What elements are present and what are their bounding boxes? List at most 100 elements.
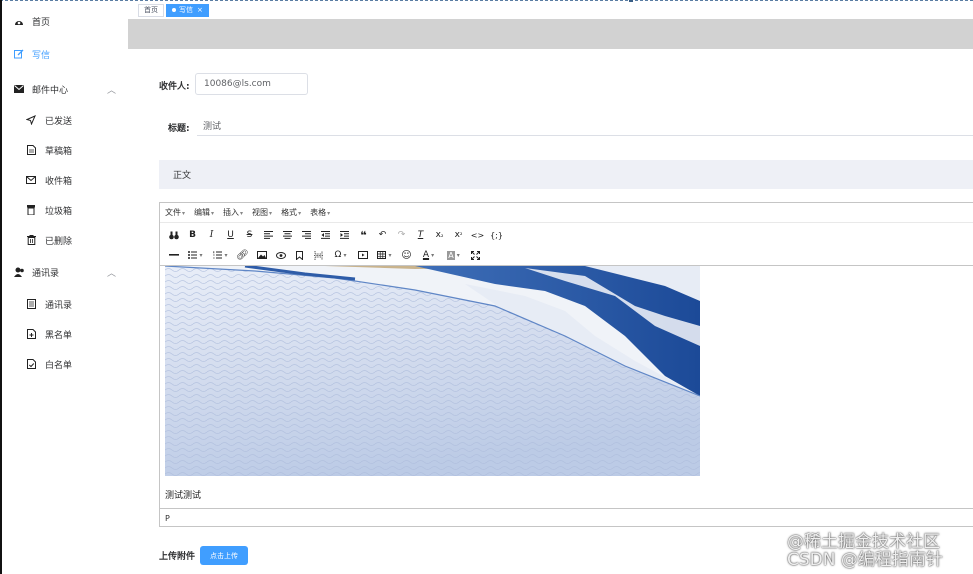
align-left-icon[interactable]: [259, 227, 278, 243]
find-replace-icon[interactable]: [164, 227, 183, 243]
caret-down-icon: ▾: [240, 210, 244, 217]
sidebar-item-drafts[interactable]: 草稿箱: [2, 136, 128, 164]
italic-icon[interactable]: I: [202, 227, 221, 243]
editor-content-area[interactable]: 测试测试: [160, 266, 973, 508]
subscript-icon[interactable]: x₂: [430, 227, 449, 243]
editor-text: 测试测试: [165, 491, 202, 501]
tab-label: 首页: [144, 6, 158, 14]
sidebar-item-label: 通讯录: [45, 300, 73, 311]
clear-format-icon[interactable]: T: [411, 227, 430, 243]
sidebar-item-address-book[interactable]: 通讯录: [2, 290, 128, 318]
mail-icon: [13, 83, 25, 95]
address-book-icon: [25, 298, 37, 310]
media-icon[interactable]: [353, 247, 372, 263]
menu-label: 表格: [310, 208, 327, 217]
preview-icon[interactable]: [271, 247, 290, 263]
image-icon[interactable]: [252, 247, 271, 263]
emoji-icon[interactable]: ☺: [397, 247, 416, 263]
menu-label: 文件: [165, 208, 181, 217]
sidebar-item-inbox[interactable]: 收件箱: [2, 166, 128, 194]
caret-down-icon: ▾: [199, 251, 203, 259]
subject-value: 测试: [203, 122, 222, 132]
close-icon[interactable]: ×: [197, 6, 203, 14]
tags-view-bar: 首页 写信 ×: [128, 2, 973, 19]
tab-home[interactable]: 首页: [138, 4, 164, 17]
underline-icon[interactable]: U: [221, 227, 240, 243]
tab-write[interactable]: 写信 ×: [166, 4, 209, 17]
background-color-icon[interactable]: A ▾: [441, 247, 466, 263]
sidebar-item-label: 写信: [32, 50, 51, 61]
sidebar-item-write[interactable]: 写信: [2, 40, 128, 68]
sidebar-item-label: 白名单: [45, 360, 73, 371]
undo-icon[interactable]: ↶: [373, 227, 392, 243]
fullscreen-icon[interactable]: [466, 247, 485, 263]
subject-input[interactable]: 测试: [197, 116, 973, 136]
delete-icon: [25, 234, 37, 246]
page-break-icon[interactable]: [309, 247, 328, 263]
menu-edit[interactable]: 编辑▾: [194, 207, 214, 218]
contacts-icon: [13, 266, 25, 278]
menu-view[interactable]: 视图▾: [252, 207, 272, 218]
editor-menubar: 文件▾ 编辑▾ 插入▾ 视图▾ 格式▾ 表格▾: [160, 203, 973, 223]
chevron-up-icon: ︿: [106, 268, 116, 279]
align-center-icon[interactable]: [278, 227, 297, 243]
bookmark-icon[interactable]: [290, 247, 309, 263]
recipient-input[interactable]: 10086@ls.com: [195, 73, 308, 95]
blacklist-icon: [25, 328, 37, 340]
bullet-list-icon[interactable]: ▾: [183, 247, 208, 263]
text-color-glyph: A: [422, 250, 430, 260]
blockquote-icon[interactable]: ❝: [354, 227, 373, 243]
sidebar-group-contacts[interactable]: 通讯录 ︿: [2, 258, 128, 286]
send-icon: [25, 114, 37, 126]
sidebar-group-label: 通讯录: [32, 268, 60, 279]
special-char-icon[interactable]: Ω ▾: [328, 247, 353, 263]
superscript-icon[interactable]: x²: [449, 227, 468, 243]
numbered-list-icon[interactable]: ▾: [208, 247, 233, 263]
recipient-label: 收件人:: [159, 82, 190, 92]
text-color-icon[interactable]: A ▾: [416, 247, 441, 263]
sidebar-item-sent[interactable]: 已发送: [2, 106, 128, 134]
code-icon[interactable]: <>: [468, 227, 487, 243]
menu-format[interactable]: 格式▾: [281, 207, 301, 218]
sidebar-item-blacklist[interactable]: 黑名单: [2, 320, 128, 348]
menu-file[interactable]: 文件▾: [165, 207, 185, 218]
redo-icon[interactable]: ↷: [392, 227, 411, 243]
attachment-label: 上传附件: [159, 552, 196, 562]
editor-statusbar: P: [160, 508, 973, 527]
bold-icon[interactable]: B: [183, 227, 202, 243]
upload-button[interactable]: 点击上传: [200, 546, 248, 565]
watermark: @稀土掘金技术社区 CSDN @编程指南针: [787, 533, 943, 569]
watermark-line-1: @稀土掘金技术社区: [787, 532, 940, 552]
inbox-icon: [25, 174, 37, 186]
inserted-snow-mountain-image: [165, 266, 700, 476]
caret-down-icon: ▾: [456, 251, 460, 259]
dashboard-icon: [13, 15, 25, 27]
draft-icon: [25, 144, 37, 156]
menu-table[interactable]: 表格▾: [310, 207, 330, 218]
outdent-icon[interactable]: [316, 227, 335, 243]
sidebar-group-mail-center[interactable]: 邮件中心 ︿: [2, 75, 128, 103]
sidebar-item-whitelist[interactable]: 白名单: [2, 350, 128, 378]
header-bar: [128, 19, 973, 49]
strikethrough-icon[interactable]: S: [240, 227, 259, 243]
sidebar-item-label: 垃圾箱: [45, 206, 73, 217]
sidebar-item-label: 草稿箱: [45, 146, 73, 157]
caret-down-icon: ▾: [388, 251, 392, 259]
sidebar-item-label: 已发送: [45, 116, 73, 127]
indent-icon[interactable]: [335, 227, 354, 243]
horizontal-rule-icon[interactable]: [164, 247, 183, 263]
align-right-icon[interactable]: [297, 227, 316, 243]
link-icon[interactable]: 🔗︎: [233, 247, 252, 263]
sidebar-item-home[interactable]: 首页: [2, 7, 128, 35]
caret-down-icon: ▾: [269, 210, 273, 217]
sidebar-item-spam[interactable]: 垃圾箱: [2, 196, 128, 224]
table-icon[interactable]: ▾: [372, 247, 397, 263]
sidebar-item-deleted[interactable]: 已删除: [2, 226, 128, 254]
caret-down-icon: ▾: [298, 210, 302, 217]
menu-insert[interactable]: 插入▾: [223, 207, 243, 218]
editor-toolbar-row-2: ▾ ▾ 🔗︎ Ω ▾ ▾ ☺ A ▾ A ▾: [160, 245, 973, 265]
caret-down-icon: ▾: [211, 210, 215, 217]
rich-text-editor: 文件▾ 编辑▾ 插入▾ 视图▾ 格式▾ 表格▾ B I U S ❝ ↶ ↷ T …: [159, 202, 973, 527]
caret-down-icon: ▾: [182, 210, 186, 217]
code-sample-icon[interactable]: {;}: [487, 227, 506, 243]
